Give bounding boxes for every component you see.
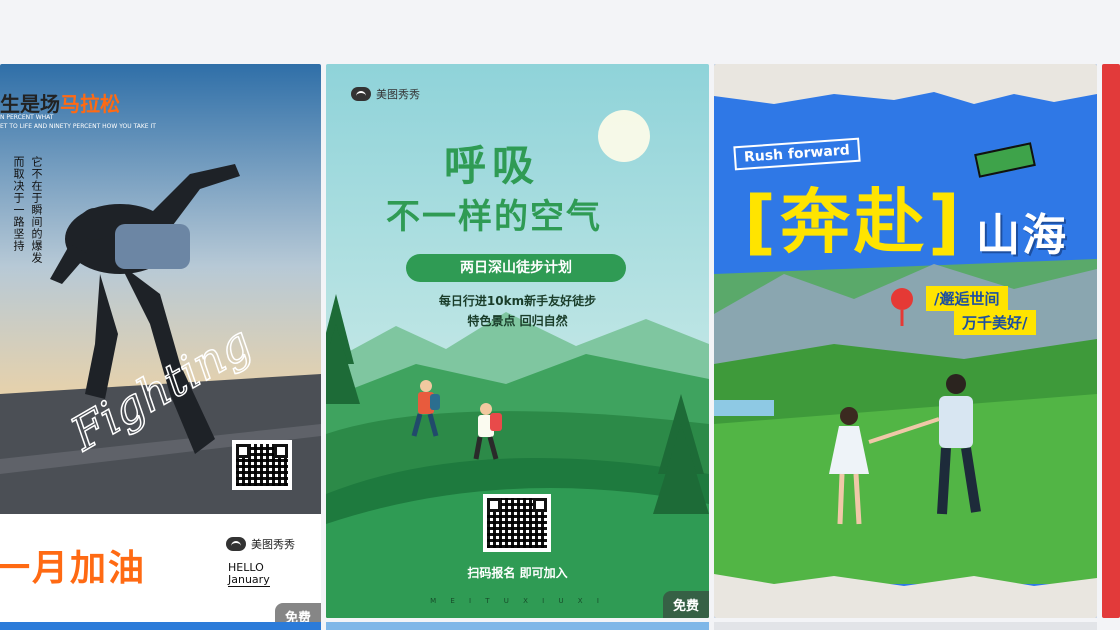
next-row-card-2[interactable] [326,622,709,630]
free-badge: 免费 [662,591,709,618]
bottom-title: 一月加油 [0,548,147,589]
brand-logo: 美图秀秀 [351,86,420,102]
poster-card-marathon[interactable]: Fighting 生是场马拉松 N PERCENT WHAT ET TO LIF… [0,64,321,630]
main-title: [奔赴] [744,181,964,263]
headline-2: 不一样的空气 [386,197,602,237]
next-row-card-1[interactable] [0,622,321,630]
month-text: January [228,573,270,587]
poster-card-rush-forward[interactable]: Rush forward [奔赴] 山海 /邂逅世间 万千美好/ [714,64,1097,618]
tag-1: /邂逅世间 [926,286,1008,311]
meitu-logo-icon [226,537,246,551]
quote-line-2: ET TO LIFE AND NINETY PERCENT HOW YOU TA… [0,123,156,130]
poster-card-partial-right[interactable] [1102,64,1120,618]
signup-cta: 扫码报名 即可加入 [467,566,568,580]
next-row-card-3[interactable] [714,622,1097,630]
brand-logo: 美图秀秀 [226,536,295,552]
poster-card-hiking[interactable]: 美图秀秀 呼吸 不一样的空气 两日深山徒步计划 每日行进10km新手友好徒步 特… [326,64,709,618]
vertical-text-2: 而取决于一路坚持 [12,156,25,252]
vertical-text-1: 它不在于瞬间的爆发 [30,156,43,264]
footer-letters: M E I T U X I U X I [430,597,605,605]
marathon-title: 生是场马拉松 [0,92,120,116]
meitu-logo-icon [351,87,371,101]
info-line-1: 每日行进10km新手友好徒步 [438,294,597,308]
headline-1: 呼吸 [444,141,541,190]
plan-banner: 两日深山徒步计划 [406,254,626,282]
info-line-2: 特色景点 回归自然 [467,314,568,328]
sub-title: 山海 [976,210,1068,261]
qr-code [232,440,292,490]
qr-code [483,494,551,552]
quote-line-1: N PERCENT WHAT [0,114,54,121]
tag-2: 万千美好/ [954,310,1036,335]
